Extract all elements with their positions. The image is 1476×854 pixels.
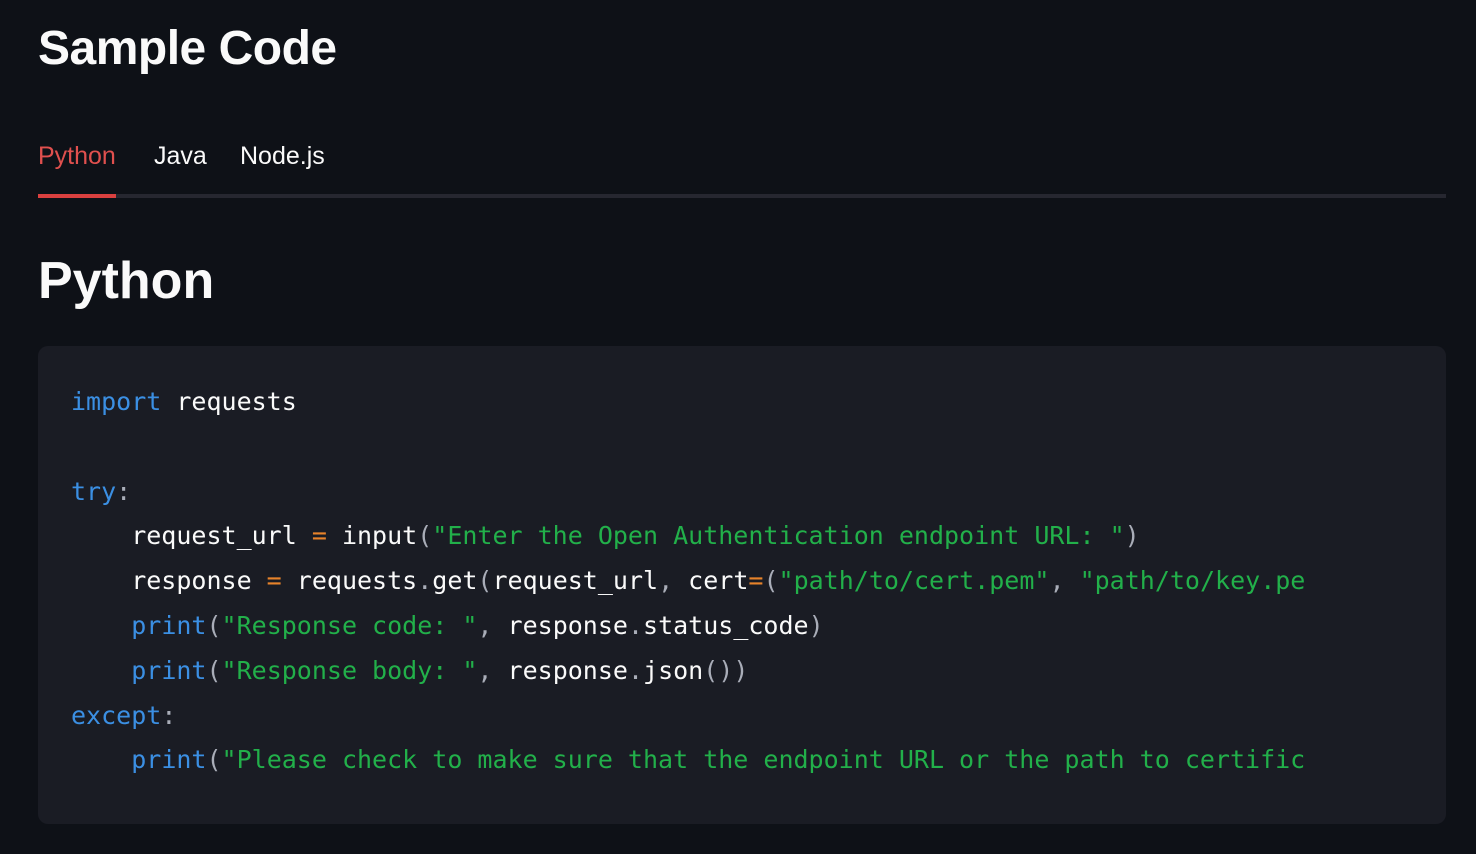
code-token: = bbox=[266, 566, 282, 596]
code-token: try bbox=[71, 476, 117, 506]
code-token: json bbox=[643, 655, 704, 685]
code-token: status_code bbox=[643, 610, 809, 640]
code-token: , bbox=[477, 610, 493, 640]
code-token: request_url bbox=[71, 521, 312, 551]
code-token: print bbox=[131, 745, 207, 775]
code-token: , bbox=[1049, 566, 1065, 596]
code-token: "Please check to make sure that the endp… bbox=[221, 745, 1306, 775]
code-token: ( bbox=[763, 566, 779, 596]
code-block[interactable]: import requests try: request_url = input… bbox=[38, 346, 1446, 824]
code-token: . bbox=[627, 610, 644, 640]
code-token: request_url bbox=[492, 566, 659, 596]
code-token: "Response body: " bbox=[221, 655, 478, 685]
code-token: cert bbox=[673, 566, 749, 596]
code-token: ( bbox=[477, 566, 493, 596]
code-token: : bbox=[116, 476, 132, 506]
code-token: "Response code: " bbox=[221, 610, 478, 640]
code-token: get bbox=[432, 566, 478, 596]
tab-track bbox=[38, 194, 1446, 198]
code-token: input bbox=[326, 521, 418, 551]
code-token: response bbox=[492, 610, 628, 640]
code-line: request_url = input("Enter the Open Auth… bbox=[71, 514, 1446, 559]
code-line: print("Please check to make sure that th… bbox=[71, 738, 1446, 783]
code-token: , bbox=[477, 655, 493, 685]
code-token: print bbox=[131, 655, 207, 685]
code-line: import requests bbox=[71, 380, 1446, 425]
code-token: response bbox=[71, 566, 267, 596]
page-title: Sample Code bbox=[38, 22, 337, 75]
code-token: , bbox=[658, 566, 674, 596]
code-token: . bbox=[627, 655, 644, 685]
code-token: = bbox=[311, 521, 327, 551]
code-token: ( bbox=[206, 610, 222, 640]
tab-java[interactable]: Java bbox=[154, 136, 207, 194]
tab-nodejs[interactable]: Node.js bbox=[240, 136, 325, 194]
code-token: . bbox=[417, 566, 433, 596]
code-line: try: bbox=[71, 470, 1446, 515]
page: Sample Code Python Java Node.js Python i… bbox=[0, 0, 1476, 854]
tab-python[interactable]: Python bbox=[38, 136, 116, 198]
code-token: ) bbox=[808, 610, 824, 640]
code-token: requests bbox=[161, 387, 297, 416]
code-token: = bbox=[748, 566, 764, 596]
code-token: except bbox=[71, 700, 162, 730]
code-token: "path/to/key.pe bbox=[1079, 566, 1306, 596]
code-token: response bbox=[492, 655, 628, 685]
code-token: "path/to/cert.pem" bbox=[778, 566, 1050, 596]
language-tabs: Python Java Node.js bbox=[38, 128, 1446, 198]
code-token: ()) bbox=[703, 655, 749, 685]
code-token: ) bbox=[1124, 521, 1140, 551]
code-token: import bbox=[71, 387, 162, 416]
section-title: Python bbox=[38, 252, 215, 310]
code-token: : bbox=[161, 700, 177, 730]
code-line: print("Response code: ", response.status… bbox=[71, 604, 1446, 649]
code-token: print bbox=[131, 610, 207, 640]
code-token: "Enter the Open Authentication endpoint … bbox=[432, 521, 1125, 551]
code-line: except: bbox=[71, 694, 1446, 739]
code-token: requests bbox=[281, 566, 418, 596]
code-token: ( bbox=[206, 655, 222, 685]
code-token: ( bbox=[206, 745, 222, 775]
code-token: ( bbox=[417, 521, 433, 551]
code-line: response = requests.get(request_url, cer… bbox=[71, 559, 1446, 604]
code-line: print("Response body: ", response.json()… bbox=[71, 649, 1446, 694]
code-content: import requests try: request_url = input… bbox=[71, 380, 1446, 783]
